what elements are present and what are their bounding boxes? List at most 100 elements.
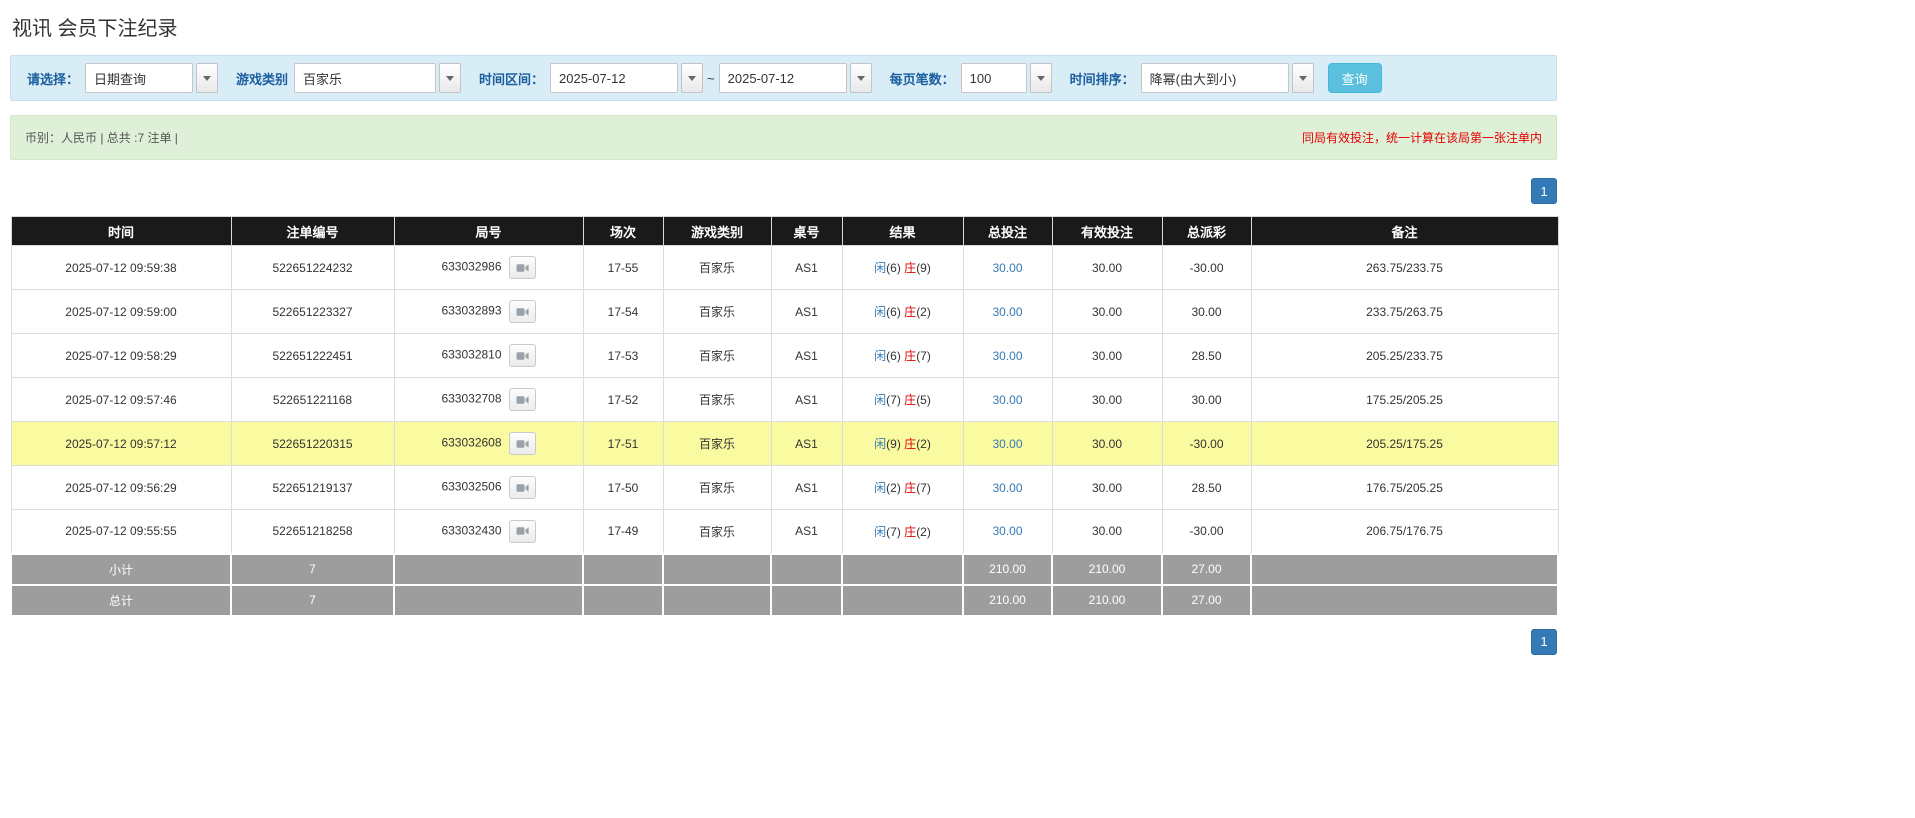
query-type-group: 请选择：	[19, 63, 219, 93]
header-time: 时间	[10, 216, 232, 246]
header-remark: 备注	[1250, 216, 1559, 246]
game-type-dropdown-button[interactable]	[439, 63, 462, 93]
date-to-input[interactable]	[718, 63, 847, 93]
chevron-down-icon	[446, 75, 455, 81]
result-player: 闲	[874, 481, 887, 495]
cell-time: 2025-07-12 09:56:29	[10, 465, 232, 510]
table-row: 2025-07-12 09:58:29 522651222451 633032810…	[10, 333, 1559, 378]
result-banker: 庄	[904, 261, 917, 275]
cell-result: 闲(6) 庄(7)	[841, 333, 964, 378]
replay-button[interactable]	[508, 388, 536, 411]
page-button-1[interactable]: 1	[1531, 628, 1557, 655]
result-player-score: (2)	[886, 481, 901, 495]
cell-remark: 233.75/263.75	[1250, 289, 1559, 334]
cell-total-bet: 30.00	[962, 289, 1053, 334]
cell-valid-bet: 30.00	[1051, 289, 1163, 334]
subtotal-game-type	[662, 552, 772, 586]
date-to-combobox	[718, 63, 872, 93]
total-bet-link[interactable]: 30.00	[992, 261, 1022, 275]
total-bet-link[interactable]: 30.00	[992, 393, 1022, 407]
query-type-dropdown-button[interactable]	[196, 63, 219, 93]
date-to-dropdown-button[interactable]	[849, 63, 872, 93]
header-payout: 总派彩	[1161, 216, 1252, 246]
table-row: 2025-07-12 09:55:55 522651218258 633032430…	[10, 509, 1559, 554]
date-from-combobox	[550, 63, 704, 93]
cell-remark: 176.75/205.25	[1250, 465, 1559, 510]
total-remark	[1250, 583, 1559, 617]
replay-button[interactable]	[508, 256, 536, 279]
cell-result: 闲(6) 庄(9)	[841, 245, 964, 290]
sort-combobox	[1140, 63, 1314, 93]
page-size-label: 每页笔数：	[889, 71, 955, 87]
date-from-dropdown-button[interactable]	[681, 63, 704, 93]
result-banker: 庄	[904, 481, 917, 495]
total-bet-link[interactable]: 30.00	[992, 524, 1022, 538]
date-from-input[interactable]	[550, 63, 679, 93]
chevron-down-icon	[203, 75, 212, 81]
cell-table-no: AS1	[770, 289, 843, 334]
result-banker-score: (2)	[916, 437, 931, 451]
sort-group: 时间排序：	[1062, 63, 1314, 93]
total-round-id	[393, 583, 584, 617]
total-bet-link[interactable]: 30.00	[992, 437, 1022, 451]
cell-time: 2025-07-12 09:58:29	[10, 333, 232, 378]
round-id-text: 633032506	[441, 479, 502, 494]
cell-valid-bet: 30.00	[1051, 509, 1163, 554]
total-bet-link[interactable]: 30.00	[992, 481, 1022, 495]
page-size-input[interactable]	[960, 63, 1027, 93]
replay-button[interactable]	[508, 432, 536, 455]
records-table: 时间 注单编号 局号 场次 游戏类别 桌号 结果 总投注 有效投注 总派彩 备注 2025-07-1…	[10, 216, 1559, 617]
sort-input[interactable]	[1140, 63, 1289, 93]
pagination-bottom: 1	[10, 628, 1557, 655]
total-bet-link[interactable]: 30.00	[992, 305, 1022, 319]
search-button[interactable]: 查询	[1327, 63, 1382, 93]
cell-session: 17-52	[582, 377, 664, 422]
cell-valid-bet: 30.00	[1051, 377, 1163, 422]
currency-total-text: 币别：人民币 | 总共 :7 注单 |	[25, 131, 178, 145]
table-subtotal-row: 小计 7 210.00 210.00 27.00	[10, 552, 1559, 586]
cell-session: 17-51	[582, 421, 664, 466]
sort-dropdown-button[interactable]	[1291, 63, 1314, 93]
cell-time: 2025-07-12 09:55:55	[10, 509, 232, 554]
total-bet-link[interactable]: 30.00	[992, 349, 1022, 363]
cell-valid-bet: 30.00	[1051, 465, 1163, 510]
result-player-score: (9)	[886, 437, 901, 451]
cell-result: 闲(7) 庄(2)	[841, 509, 964, 554]
cell-bet-id: 522651222451	[230, 333, 395, 378]
table-row: 2025-07-12 09:57:46 522651221168 633032708…	[10, 377, 1559, 422]
page-size-dropdown-button[interactable]	[1029, 63, 1052, 93]
cell-table-no: AS1	[770, 333, 843, 378]
valid-bet-note-text: 同局有效投注，统一计算在该局第一张注单内	[1301, 131, 1542, 145]
result-player: 闲	[874, 437, 887, 451]
video-replay-icon	[516, 351, 529, 360]
chevron-down-icon	[1298, 75, 1307, 81]
cell-remark: 263.75/233.75	[1250, 245, 1559, 290]
subtotal-result	[841, 552, 964, 586]
page-button-1[interactable]: 1	[1531, 178, 1557, 204]
cell-valid-bet: 30.00	[1051, 421, 1163, 466]
table-total-row: 总计 7 210.00 210.00 27.00	[10, 583, 1559, 617]
game-type-group: 游戏类别	[228, 63, 462, 93]
header-valid-bet: 有效投注	[1051, 216, 1163, 246]
cell-bet-id: 522651218258	[230, 509, 395, 554]
query-type-input[interactable]	[85, 63, 194, 93]
replay-button[interactable]	[508, 344, 536, 367]
header-game-type: 游戏类别	[662, 216, 772, 246]
content: 视讯 会员下注纪录 请选择： 游戏类别 时间区间：	[10, 0, 1559, 655]
video-replay-icon	[516, 527, 529, 536]
game-type-input[interactable]	[294, 63, 437, 93]
total-result	[841, 583, 964, 617]
replay-button[interactable]	[508, 519, 536, 543]
chevron-down-icon	[1036, 75, 1045, 81]
subtotal-session	[582, 552, 664, 586]
cell-game-type: 百家乐	[662, 289, 772, 334]
video-replay-icon	[516, 439, 529, 448]
replay-button[interactable]	[508, 476, 536, 499]
subtotal-remark	[1250, 552, 1559, 586]
result-banker-score: (7)	[916, 349, 931, 363]
cell-round-id: 633032893	[393, 289, 584, 334]
replay-button[interactable]	[508, 300, 536, 323]
total-bet-id: 7	[230, 583, 395, 617]
result-player: 闲	[874, 261, 887, 275]
cell-remark: 206.75/176.75	[1250, 509, 1559, 554]
